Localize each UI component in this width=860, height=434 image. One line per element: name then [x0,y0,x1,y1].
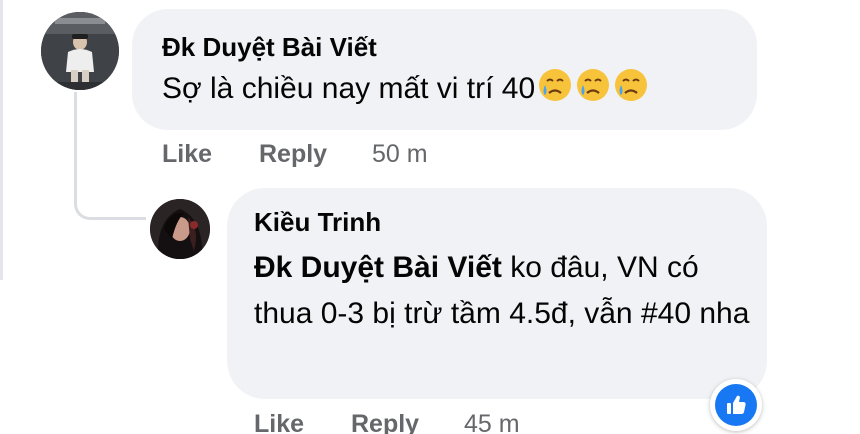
comment-body: Sợ là chiều nay mất vi trí 40 [162,72,536,105]
panel-edge [0,0,3,280]
avatar-photo [41,12,119,90]
sad-but-relieved-face-icon [537,67,573,117]
comment-actions: Like Reply 50 m [162,140,428,169]
reply-avatar-photo [150,199,210,259]
avatar[interactable] [41,12,119,90]
like-button[interactable]: Like [162,140,212,169]
reply-button[interactable]: Reply [259,140,327,169]
sad-but-relieved-face-icon [575,67,611,117]
comment-timestamp[interactable]: 50 m [372,140,428,169]
reply-actions: Like Reply 45 m [254,410,520,434]
sad-but-relieved-face-icon [613,67,649,117]
comment-text: Sợ là chiều nay mất vi trí 40 [162,66,649,117]
like-icon [715,384,757,426]
reply-timestamp[interactable]: 45 m [464,410,520,434]
reaction-badge[interactable] [710,379,762,431]
reply-like-button[interactable]: Like [254,410,304,434]
reply-reply-button[interactable]: Reply [351,410,419,434]
comment-thread: Đk Duyệt Bài Viết Sợ là chiều nay mất vi… [0,0,860,434]
reply-avatar[interactable] [150,199,210,259]
reply-text: Đk Duyệt Bài Viết ko đâu, VN có thua 0-3… [254,245,754,337]
mention-link[interactable]: Đk Duyệt Bài Viết [254,251,502,284]
reply-thread-connector [74,92,146,220]
reply-author[interactable]: Kiều Trinh [254,207,381,238]
comment-author[interactable]: Đk Duyệt Bài Viết [162,32,377,63]
